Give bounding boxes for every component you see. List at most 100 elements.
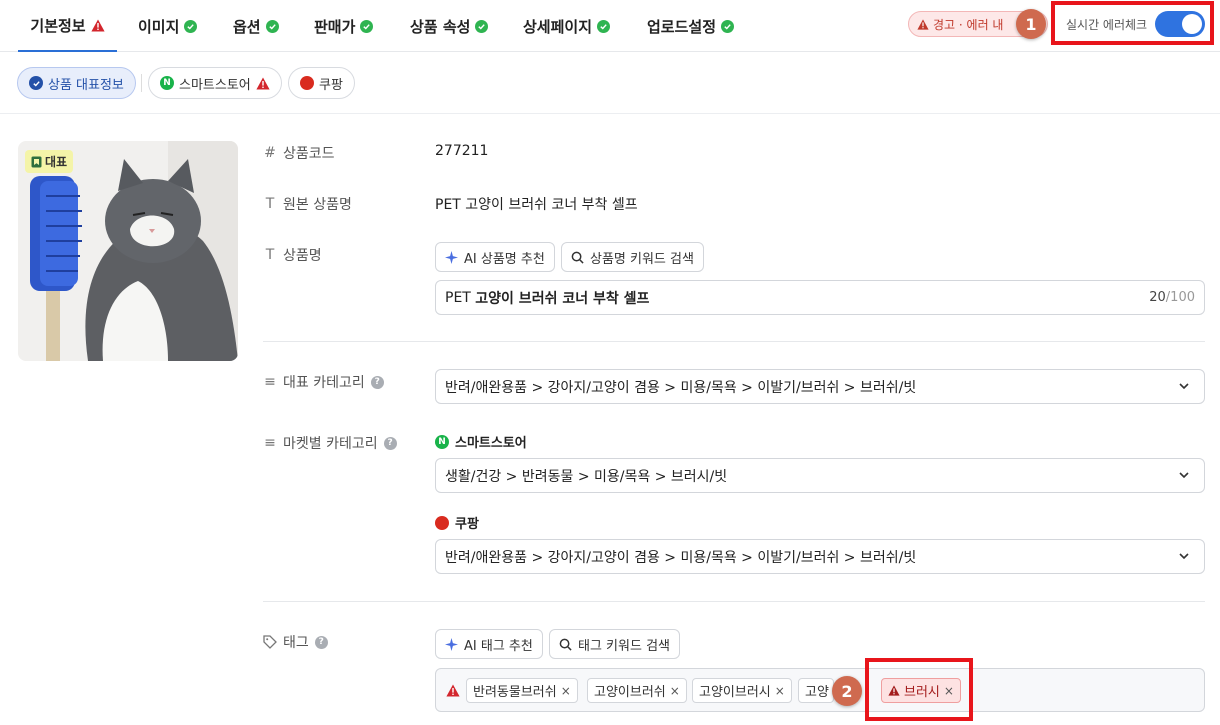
chip-representative-info[interactable]: 상품 대표정보: [17, 67, 136, 99]
coupang-logo-icon: [300, 76, 314, 90]
coupang-category-value: 반려/애완용품 > 강아지/고양이 겸용 > 미용/목욕 > 이발기/브러쉬 >…: [445, 549, 917, 566]
chip-label: 쿠팡: [319, 77, 343, 93]
text-type-icon: T: [265, 196, 275, 212]
market-sub-nav: 상품 대표정보 N 스마트스토어 쿠팡: [0, 52, 1220, 114]
text-type-icon: T: [265, 247, 275, 263]
check-icon: [184, 19, 198, 33]
original-name-value: PET 고양이 브러쉬 코너 부착 셀프: [435, 197, 638, 213]
button-label: 상품명 키워드 검색: [590, 251, 694, 267]
market-category-label: 마켓별 카테고리: [283, 436, 378, 452]
chevron-down-icon: [1179, 553, 1189, 560]
warning-pill-label: 경고 · 에러 내: [933, 17, 1004, 32]
search-icon: [559, 638, 572, 651]
check-icon: [265, 19, 279, 33]
tab-price[interactable]: 판매가: [314, 0, 374, 52]
tab-label: 이미지: [138, 17, 180, 36]
bookmark-icon: [31, 156, 42, 167]
tab-label: 옵션: [233, 17, 261, 36]
main-category-label: 대표 카테고리: [283, 375, 365, 391]
top-tab-bar: 기본정보 이미지 옵션 판매가 상품 속성 상세페이지 업로드설정 경고 · 에…: [0, 0, 1220, 52]
tab-image[interactable]: 이미지: [138, 0, 198, 52]
tab-label: 판매가: [314, 17, 356, 36]
chip-label: 상품 대표정보: [48, 77, 124, 93]
naver-logo-icon: N: [160, 76, 174, 90]
tab-attributes[interactable]: 상품 속성: [410, 0, 489, 52]
ai-tag-button[interactable]: AI 태그 추천: [435, 629, 543, 659]
product-name-bold: 고양이 브러쉬 코너 부착 셀프: [475, 290, 650, 307]
tab-label: 기본정보: [30, 16, 86, 35]
smartstore-category-select[interactable]: 생활/건강 > 반려동물 > 미용/목욕 > 브러시/빗: [435, 458, 1205, 493]
tag-chip[interactable]: 고양이브러시 ×: [692, 678, 792, 703]
market-category-label-row: ≡ 마켓별 카테고리 ?: [263, 433, 397, 453]
smartstore-category-value: 생활/건강 > 반려동물 > 미용/목욕 > 브러시/빗: [445, 468, 728, 485]
check-icon: [597, 19, 611, 33]
tab-upload-settings[interactable]: 업로드설정: [647, 0, 735, 52]
divider: [263, 341, 1205, 342]
coupang-category-label: 쿠팡: [435, 513, 479, 532]
tab-detail-page[interactable]: 상세페이지: [523, 0, 611, 52]
help-icon[interactable]: ?: [370, 375, 384, 389]
main-category-select[interactable]: 반려/애완용품 > 강아지/고양이 겸용 > 미용/목욕 > 이발기/브러쉬 >…: [435, 369, 1205, 404]
button-label: AI 태그 추천: [464, 638, 533, 654]
product-name-keyword-search-button[interactable]: 상품명 키워드 검색: [561, 242, 704, 272]
tab-label: 상세페이지: [523, 17, 593, 36]
divider: [263, 601, 1205, 602]
button-label: 태그 키워드 검색: [578, 638, 670, 654]
tab-label: 상품 속성: [410, 17, 471, 36]
original-name-label-row: T 원본 상품명: [263, 194, 352, 214]
chip-coupang[interactable]: 쿠팡: [288, 67, 355, 99]
product-name-label-row: T 상품명: [263, 245, 322, 265]
remove-tag-icon[interactable]: ×: [775, 684, 785, 698]
warning-icon: [917, 18, 929, 30]
highlight-box-1: [1051, 1, 1214, 45]
char-counter: 20/100: [1149, 290, 1195, 305]
highlight-box-2: [865, 658, 973, 721]
filter-icon: ≡: [264, 435, 276, 451]
tag-icon: [263, 635, 277, 649]
smartstore-category-label: N 스마트스토어: [435, 432, 527, 451]
cat-photo: [18, 141, 238, 361]
check-icon: [721, 19, 735, 33]
tab-basic-info[interactable]: 기본정보: [18, 0, 117, 52]
tab-label: 업로드설정: [647, 17, 717, 36]
check-circle-icon: [29, 76, 43, 90]
chip-smartstore[interactable]: N 스마트스토어: [148, 67, 282, 99]
chevron-down-icon: [1179, 472, 1189, 479]
check-icon: [360, 19, 374, 33]
product-image[interactable]: 대표: [18, 141, 238, 361]
button-label: AI 상품명 추천: [464, 251, 545, 267]
product-name-input[interactable]: PET 고양이 브러쉬 코너 부착 셀프 20/100: [435, 280, 1205, 315]
help-icon[interactable]: ?: [314, 635, 328, 649]
product-code-value: 277211: [435, 143, 489, 159]
hash-icon: #: [264, 145, 276, 161]
tag-chip[interactable]: 반려동물브러쉬 ×: [466, 678, 578, 703]
original-name-label: 원본 상품명: [283, 197, 352, 213]
coupang-category-select[interactable]: 반려/애완용품 > 강아지/고양이 겸용 > 미용/목욕 > 이발기/브러쉬 >…: [435, 539, 1205, 574]
chevron-down-icon: [1179, 383, 1189, 390]
product-code-label: 상품코드: [283, 146, 335, 162]
remove-tag-icon[interactable]: ×: [561, 684, 571, 698]
representative-badge: 대표: [25, 150, 74, 173]
warning-icon: [90, 19, 105, 31]
search-icon: [571, 251, 584, 264]
check-icon: [475, 19, 489, 33]
naver-logo-icon: N: [435, 434, 449, 449]
divider: [141, 74, 142, 92]
tag-chip[interactable]: 고양이브러쉬 ×: [587, 678, 687, 703]
representative-label: 대표: [45, 155, 68, 169]
main-category-value: 반려/애완용품 > 강아지/고양이 겸용 > 미용/목욕 > 이발기/브러쉬 >…: [445, 379, 917, 396]
product-name-prefix: PET: [445, 289, 476, 306]
help-icon[interactable]: ?: [383, 436, 397, 450]
tag-input-box[interactable]: 반려동물브러쉬 × 고양이브러쉬 × 고양이브러시 × 고양 브러시 ×: [435, 668, 1205, 712]
tag-chip[interactable]: 고양: [798, 678, 834, 703]
annotation-badge-2: 2: [832, 676, 862, 706]
warning-icon: [446, 684, 460, 697]
product-name-label: 상품명: [283, 248, 322, 264]
tab-option[interactable]: 옵션: [233, 0, 279, 52]
remove-tag-icon[interactable]: ×: [670, 684, 680, 698]
tag-keyword-search-button[interactable]: 태그 키워드 검색: [549, 629, 680, 659]
filter-icon: ≡: [264, 374, 276, 390]
annotation-badge-1: 1: [1016, 9, 1046, 39]
ai-product-name-button[interactable]: AI 상품명 추천: [435, 242, 555, 272]
coupang-logo-icon: [435, 515, 449, 530]
